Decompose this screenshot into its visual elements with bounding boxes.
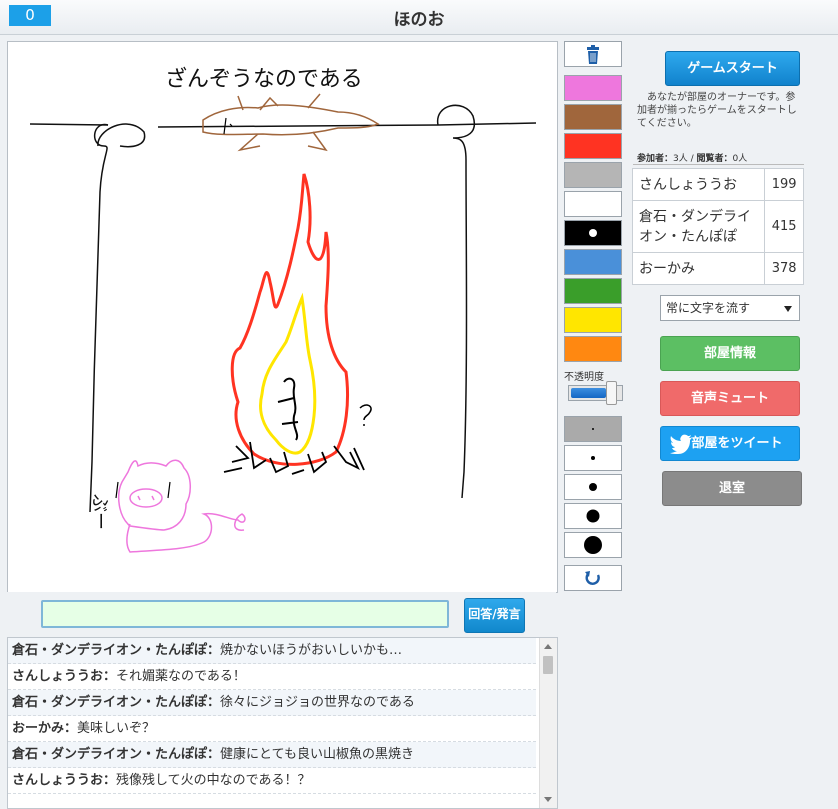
score-table: さんしょううお 199 倉石・ダンデライオン・たんぽぽ 415 おーかみ 378: [631, 168, 804, 285]
chat-separator: ：: [103, 669, 117, 684]
color-swatch-blue[interactable]: [564, 249, 622, 275]
owner-note: あなたが部屋のオーナーです。参加者が揃ったらゲームをスタートしてください。: [637, 92, 797, 129]
divider: [633, 164, 804, 165]
participants-value: 3人: [673, 154, 688, 164]
viewers-label: 閲覧者：: [696, 154, 733, 164]
chat-separator: ：: [103, 773, 117, 788]
participants-label: 参加者：: [637, 154, 674, 164]
color-swatch-white[interactable]: [564, 191, 622, 217]
brush-size-dot-icon: [591, 456, 595, 460]
opacity-slider-fill: [571, 388, 606, 398]
game-start-button[interactable]: ゲームスタート: [665, 51, 800, 86]
color-swatch-yellow[interactable]: [564, 307, 622, 333]
brush-size-5[interactable]: [564, 532, 622, 558]
color-swatch-pink[interactable]: [564, 75, 622, 101]
chat-message: 焼かないほうがおいしいかも…: [220, 643, 403, 658]
color-swatch-green[interactable]: [564, 278, 622, 304]
text-mode-selected: 常に文字を流す: [666, 301, 751, 315]
chat-author: さんしょううお: [12, 773, 104, 788]
player-score: 378: [764, 252, 804, 285]
audio-mute-button[interactable]: 音声ミュート: [660, 381, 800, 416]
table-row: おーかみ 378: [631, 252, 804, 285]
chat-separator: ：: [64, 721, 78, 736]
player-score: 415: [764, 200, 804, 253]
room-info-button[interactable]: 部屋情報: [660, 336, 800, 371]
chat-message: 健康にとても良い山椒魚の黒焼き: [220, 747, 414, 762]
scroll-thumb[interactable]: [543, 656, 553, 674]
player-name: さんしょううお: [631, 168, 766, 201]
opacity-slider-handle[interactable]: [606, 381, 617, 405]
dropdown-arrow-icon: [784, 306, 792, 312]
trash-icon: [587, 45, 599, 64]
color-swatch-orange[interactable]: [564, 336, 622, 362]
player-name: おーかみ: [631, 252, 766, 285]
drawing-canvas[interactable]: ざんぞうなのである ぶー: [7, 41, 558, 593]
opacity-label: 不透明度: [564, 372, 604, 383]
chat-author: おーかみ: [12, 721, 65, 736]
brush-size-dot-icon: [589, 483, 597, 491]
scroll-up-icon[interactable]: [544, 644, 552, 649]
undo-icon: [585, 571, 600, 585]
chat-author: 倉石・ダンデライオン・たんぽぽ: [12, 695, 208, 710]
canvas-drawing: ざんぞうなのである ぶー: [29, 66, 537, 553]
selected-indicator-icon: [589, 229, 597, 237]
chat-line: 倉石・ダンデライオン・たんぽぽ：健康にとても良い山椒魚の黒焼き: [8, 742, 536, 768]
answer-row: 回答/発言: [7, 592, 556, 637]
chat-author: さんしょううお: [12, 669, 104, 684]
canvas-pig-text: ぶー: [89, 494, 110, 530]
chat-author: 倉石・ダンデライオン・たんぽぽ: [12, 747, 208, 762]
color-swatch-brown[interactable]: [564, 104, 622, 130]
brush-size-2[interactable]: [564, 445, 622, 471]
twitter-bird-icon: [670, 434, 692, 454]
header-bar: 0 ほのお: [0, 0, 838, 35]
tweet-room-button[interactable]: 部屋をツイート: [660, 426, 800, 461]
player-score: 199: [764, 168, 804, 201]
answer-submit-button[interactable]: 回答/発言: [464, 598, 525, 633]
color-swatch-red[interactable]: [564, 133, 622, 159]
scroll-down-icon[interactable]: [544, 797, 552, 802]
chat-message: それ媚薬なのである！: [116, 669, 246, 684]
text-mode-select[interactable]: 常に文字を流す: [660, 295, 800, 321]
tweet-button-label: 部屋をツイート: [691, 436, 783, 451]
brush-size-3[interactable]: [564, 474, 622, 500]
chat-message: 残像残して火の中なのである！？: [116, 773, 311, 788]
clear-canvas-button[interactable]: [564, 41, 622, 67]
participants-count: 参加者：3人 / 閲覧者：0人: [637, 151, 747, 164]
color-swatch-black-selected[interactable]: [564, 220, 622, 246]
undo-button[interactable]: [564, 565, 622, 591]
chat-message: 美味しいぞ？: [77, 721, 156, 736]
brush-size-dot-icon: [584, 536, 602, 554]
viewers-separator: /: [687, 154, 697, 164]
canvas-title-text: ざんぞうなのである: [165, 66, 363, 92]
table-row: さんしょううお 199: [631, 168, 804, 201]
color-swatch-gray[interactable]: [564, 162, 622, 188]
chat-separator: ：: [207, 695, 221, 710]
table-row: 倉石・ダンデライオン・たんぽぽ 415: [631, 200, 804, 253]
chat-line: 倉石・ダンデライオン・たんぽぽ：焼かないほうがおいしいかも…: [8, 638, 536, 664]
brush-size-dot-icon: [592, 428, 594, 430]
chat-line: さんしょううお：それ媚薬なのである！: [8, 664, 536, 690]
answer-input[interactable]: [41, 600, 449, 628]
chat-separator: ：: [207, 643, 221, 658]
leave-room-button[interactable]: 退室: [662, 471, 802, 506]
chat-line: さんしょううお：残像残して火の中なのである！？: [8, 768, 536, 794]
brush-size-4[interactable]: [564, 503, 622, 529]
brush-size-dot-icon: [586, 509, 600, 523]
chat-line: おーかみ：美味しいぞ？: [8, 716, 536, 742]
chat-log[interactable]: 倉石・ダンデライオン・たんぽぽ：焼かないほうがおいしいかも… さんしょううお：そ…: [7, 637, 558, 809]
chat-line: 倉石・ダンデライオン・たんぽぽ：徐々にジョジョの世界なのである: [8, 690, 536, 716]
viewers-value: 0人: [732, 154, 748, 164]
chat-message: 徐々にジョジョの世界なのである: [220, 695, 415, 710]
chat-separator: ：: [207, 747, 221, 762]
room-title: ほのお: [393, 10, 445, 30]
chat-author: 倉石・ダンデライオン・たんぽぽ: [12, 643, 208, 658]
brush-size-1[interactable]: [564, 416, 622, 442]
chat-scrollbar[interactable]: [539, 638, 557, 808]
opacity-slider[interactable]: [568, 381, 623, 405]
player-name: 倉石・ダンデライオン・たんぽぽ: [631, 200, 766, 253]
